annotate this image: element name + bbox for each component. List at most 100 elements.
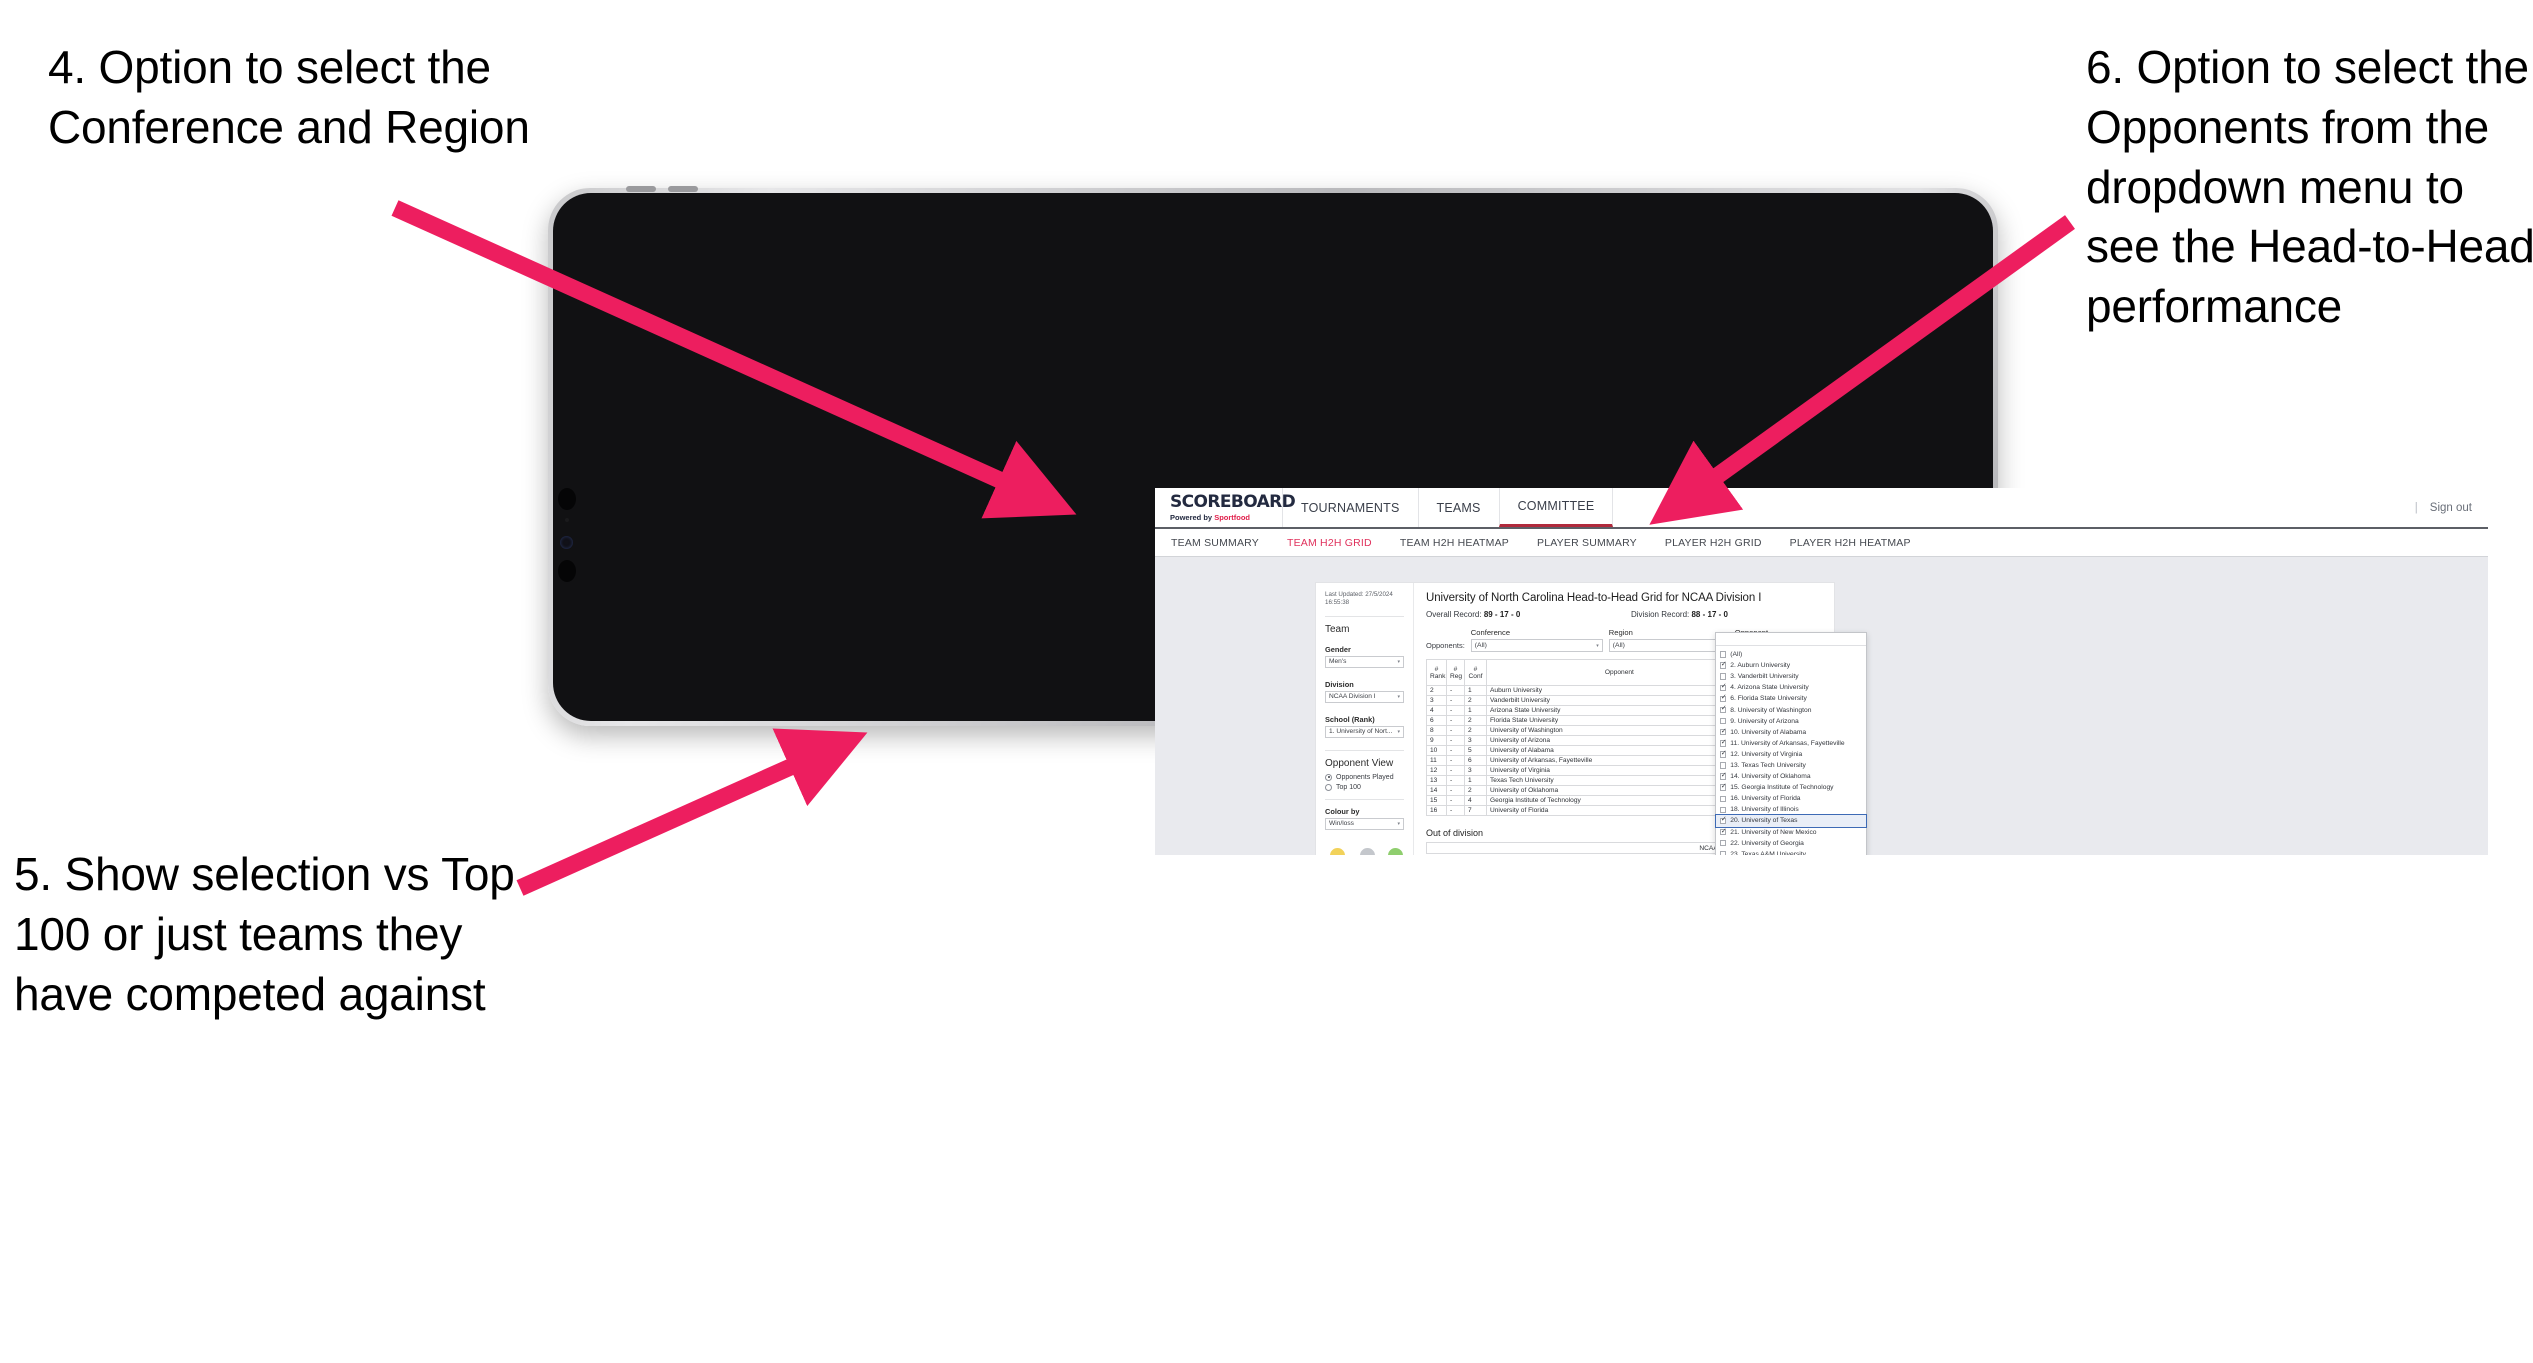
cell-conf: 3 [1464,735,1487,746]
cell-reg: - [1446,725,1465,736]
gender-select[interactable]: Men's ▾ [1325,655,1404,668]
col-conf: # Conf [1464,659,1487,686]
cell-reg: - [1446,685,1465,696]
logo-text: SCOREBOARD [1170,491,1296,512]
checkbox-icon[interactable] [1719,706,1727,714]
cell-rank: 10 [1426,745,1447,756]
division-select[interactable]: NCAA Division I ▾ [1325,690,1404,703]
cell-reg: - [1446,755,1465,766]
cell-opponent: University of Arizona [1486,735,1753,746]
tab-player-h2h-grid[interactable]: PLAYER H2H GRID [1651,537,1776,549]
divider-1 [1325,615,1404,617]
checkbox-icon[interactable] [1719,717,1727,725]
cell-conf: 1 [1464,775,1487,786]
chevron-down-icon: ▾ [1397,658,1400,665]
checkbox-icon[interactable] [1719,728,1727,736]
dropdown-item[interactable]: 2. Auburn University [1716,660,1866,671]
cell-reg: - [1446,795,1465,806]
dropdown-item-label: 20. University of Texas [1730,817,1798,825]
checkbox-icon[interactable] [1719,816,1727,825]
col-rank-hash: # [1434,665,1439,673]
radio-opponents-played[interactable]: Opponents Played [1325,773,1404,781]
nav-item-tournaments[interactable]: TOURNAMENTS [1282,488,1419,527]
tab-player-h2h-heatmap[interactable]: PLAYER H2H HEATMAP [1776,537,1925,549]
dropdown-item[interactable]: 9. University of Arizona [1716,716,1866,727]
checkbox-icon[interactable] [1719,850,1727,855]
dropdown-item[interactable]: 10. University of Alabama [1716,727,1866,738]
cell-reg: - [1446,805,1465,816]
dropdown-item-label: (All) [1730,651,1743,659]
cell-rank: 16 [1426,805,1447,816]
dropdown-item[interactable]: 18. University of Illinois [1716,804,1866,815]
dropdown-item[interactable]: 11. University of Arkansas, Fayetteville [1716,738,1866,749]
colour-by-select[interactable]: Win/loss ▾ [1325,817,1404,830]
checkbox-icon[interactable] [1719,772,1727,780]
checkbox-icon[interactable] [1719,739,1727,747]
dropdown-item[interactable]: 22. University of Georgia [1716,838,1866,849]
checkbox-icon[interactable] [1719,783,1727,791]
dropdown-item[interactable]: 16. University of Florida [1716,793,1866,804]
signout-link[interactable]: Sign out [2430,502,2472,514]
legend-item-up: Up [1387,847,1403,855]
checkbox-icon[interactable] [1719,828,1727,836]
dropdown-item[interactable]: 8. University of Washington [1716,704,1866,715]
last-updated: Last Updated: 27/5/2024 16:55:38 [1325,591,1404,608]
dropdown-item[interactable]: 4. Arizona State University [1716,682,1866,693]
dropdown-item[interactable]: 6. Florida State University [1716,693,1866,704]
dropdown-item-label: 14. University of Oklahoma [1730,773,1811,781]
division-record-label: Division Record: [1631,610,1690,619]
mic-hole [565,518,569,522]
checkbox-icon[interactable] [1719,806,1727,814]
checkbox-icon[interactable] [1719,762,1727,769]
checkbox-icon[interactable] [1719,661,1727,669]
dropdown-item[interactable]: 20. University of Texas [1714,814,1867,828]
last-updated-time: 16:55:38 [1325,599,1350,607]
nav-item-committee[interactable]: COMMITTEE [1498,488,1614,527]
tab-team-summary[interactable]: TEAM SUMMARY [1171,537,1273,549]
checkbox-icon[interactable] [1719,683,1727,692]
cell-reg: - [1446,695,1465,706]
school-rank-select[interactable]: 1. University of Nort... ▾ [1325,725,1404,738]
dropdown-item[interactable]: 3. Vanderbilt University [1716,671,1866,682]
speaker-hole-bottom [558,560,576,582]
legend-item-level: Level [1359,847,1376,855]
dropdown-item[interactable]: 15. Georgia Institute of Technology [1716,782,1866,793]
checkbox-icon[interactable] [1719,651,1727,658]
dropdown-item-label: 18. University of Illinois [1730,806,1799,814]
opponent-dropdown-popup[interactable]: (All) 2. Auburn University 3. Vanderbilt U… [1714,632,1867,855]
checkbox-icon[interactable] [1719,673,1727,680]
checkbox-icon[interactable] [1719,839,1727,847]
region-select[interactable]: (All) ▾ [1608,639,1729,652]
chevron-down-icon: ▾ [1397,728,1400,735]
dashboard-main: University of North Carolina Head-to-Hea… [1414,583,1873,855]
cell-reg: - [1446,735,1465,746]
division-record: Division Record: 88 - 17 - 0 [1631,610,1728,619]
dropdown-item[interactable]: 13. Texas Tech University [1716,760,1866,771]
radio-top-100[interactable]: Top 100 [1325,783,1404,791]
checkbox-icon[interactable] [1719,750,1727,758]
team-section-title: Team [1325,623,1350,635]
cell-rank: 12 [1426,765,1447,776]
nav-item-teams[interactable]: TEAMS [1417,488,1500,527]
logo-powered-by: Powered by [1170,512,1215,522]
cell-conf: 2 [1464,785,1487,796]
dropdown-item[interactable]: 23. Texas A&M University [1716,849,1866,855]
dropdown-item[interactable]: 21. University of New Mexico [1716,827,1866,838]
tab-team-h2h-heatmap[interactable]: TEAM H2H HEATMAP [1386,537,1523,549]
dropdown-item[interactable]: 12. University of Virginia [1716,749,1866,760]
checkbox-icon[interactable] [1719,694,1727,703]
colour-by-value: Win/loss [1329,820,1354,828]
dropdown-item[interactable]: (All) [1716,649,1866,660]
opponent-search-input[interactable] [1715,633,1866,646]
front-camera-icon [560,536,573,549]
tab-player-summary[interactable]: PLAYER SUMMARY [1523,537,1651,549]
tab-team-h2h-grid[interactable]: TEAM H2H GRID [1273,537,1386,549]
dropdown-item[interactable]: 14. University of Oklahoma [1716,771,1866,782]
conference-select[interactable]: (All) ▾ [1470,639,1603,652]
app-logo[interactable]: SCOREBOARD Powered by Sportfood [1155,488,1296,527]
checkbox-icon[interactable] [1719,795,1727,803]
annotation-6: 6. Option to select the Opponents from t… [2086,41,2533,333]
cell-opponent: University of Alabama [1486,745,1753,756]
cell-opponent: University of Arkansas, Fayetteville [1486,755,1753,766]
colour-legend: Down Level Up [1325,847,1404,855]
